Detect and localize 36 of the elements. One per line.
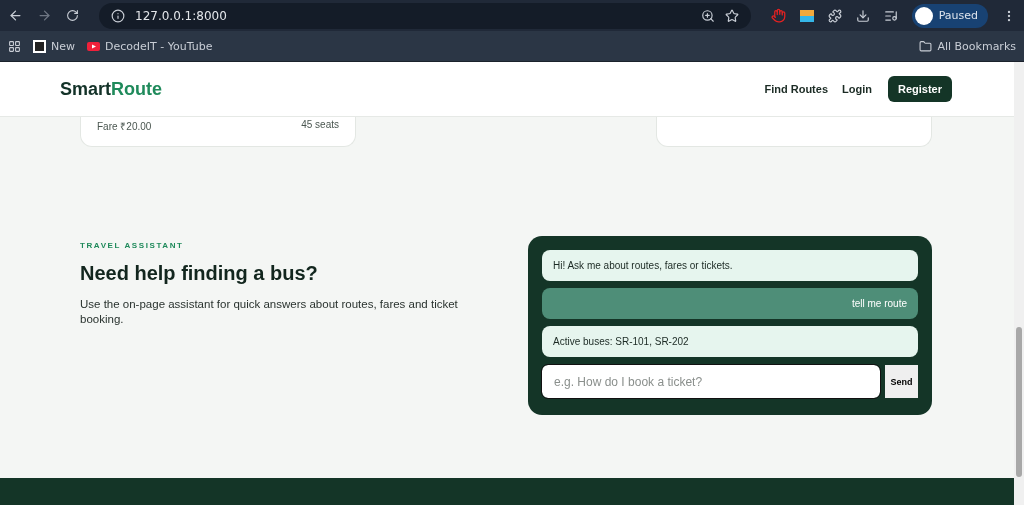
- back-icon[interactable]: [8, 8, 23, 23]
- send-button[interactable]: Send: [885, 365, 918, 398]
- user-message: tell me route: [542, 288, 918, 319]
- bookmark-link[interactable]: DecodeIT - YouTube: [105, 39, 213, 53]
- profile-button[interactable]: Paused: [911, 3, 988, 28]
- folder-icon[interactable]: [919, 39, 933, 53]
- brand-logo[interactable]: SmartRoute: [60, 78, 751, 100]
- download-icon[interactable]: [855, 8, 870, 23]
- scrollbar-thumb[interactable]: [1016, 327, 1022, 477]
- section-title: Need help finding a bus?: [80, 262, 319, 285]
- register-button[interactable]: Register: [887, 76, 952, 102]
- extension-icon[interactable]: [799, 9, 814, 22]
- all-bookmarks-link[interactable]: All Bookmarks: [937, 39, 1016, 53]
- apps-icon[interactable]: [8, 39, 21, 53]
- address-bar[interactable]: 127.0.0.1:8000: [99, 2, 751, 29]
- play-icon[interactable]: [87, 41, 100, 51]
- forward-icon[interactable]: [37, 8, 52, 23]
- hand-icon[interactable]: [770, 8, 786, 23]
- reload-icon[interactable]: [66, 9, 79, 22]
- nav-link[interactable]: Find Routes: [764, 83, 829, 95]
- section-description: Use the on-page assistant for quick answers about routes, fares and ticket booking.: [80, 297, 459, 327]
- puzzle-icon[interactable]: [827, 8, 842, 23]
- playlist-icon[interactable]: [883, 8, 898, 23]
- bot-message: Active buses: SR-101, SR-202: [542, 326, 918, 357]
- section-eyebrow: TRAVEL ASSISTANT: [80, 241, 185, 250]
- zoom-icon[interactable]: [700, 8, 715, 23]
- bot-message: Hi! Ask me about routes, fares or tickets.: [542, 250, 918, 281]
- star-icon[interactable]: [724, 8, 739, 23]
- info-icon: [111, 8, 125, 23]
- chat-input[interactable]: e.g. How do I book a ticket?: [542, 365, 880, 398]
- seats-text: 45 seats: [301, 119, 339, 130]
- url-text: 127.0.0.1:8000: [135, 8, 228, 23]
- fare-text: Fare ₹20.00: [97, 120, 152, 133]
- nav-link[interactable]: Login: [842, 83, 872, 95]
- square-logo-icon[interactable]: [33, 39, 46, 53]
- bookmark-link[interactable]: New: [51, 39, 75, 53]
